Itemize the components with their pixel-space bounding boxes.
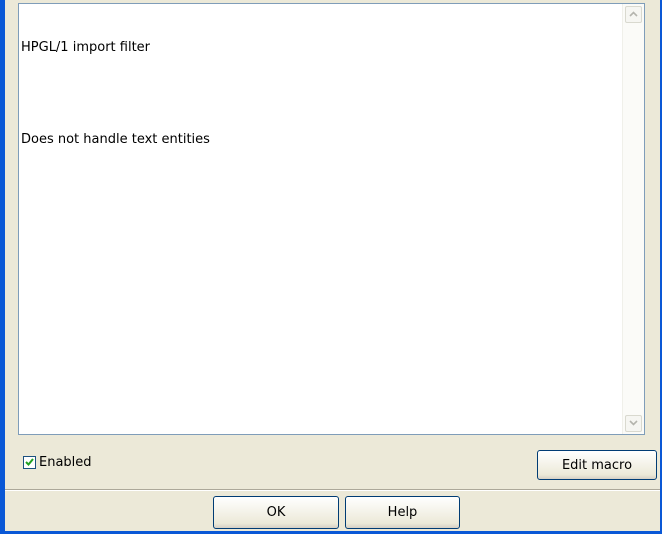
chevron-down-icon <box>629 420 638 426</box>
checkmark-icon <box>25 458 34 466</box>
footer-divider-highlight <box>5 490 660 491</box>
scroll-down-button[interactable] <box>625 415 642 432</box>
scroll-up-button[interactable] <box>625 6 642 23</box>
vertical-scrollbar[interactable] <box>622 4 644 434</box>
edit-macro-button[interactable]: Edit macro <box>537 450 657 480</box>
macro-dialog: HPGL/1 import filter Does not handle tex… <box>0 0 662 534</box>
description-line: Does not handle text entities <box>21 132 210 147</box>
description-text: HPGL/1 import filter Does not handle tex… <box>21 8 618 434</box>
enabled-checkbox[interactable] <box>23 455 36 469</box>
macro-panel: HPGL/1 import filter Does not handle tex… <box>5 0 660 489</box>
chevron-up-icon <box>629 11 638 17</box>
enabled-label: Enabled <box>39 454 92 470</box>
description-textarea[interactable]: HPGL/1 import filter Does not handle tex… <box>18 3 645 435</box>
enabled-checkbox-row[interactable]: Enabled <box>23 452 92 472</box>
description-line: HPGL/1 import filter <box>21 40 151 55</box>
help-button[interactable]: Help <box>345 496 460 529</box>
ok-button[interactable]: OK <box>213 496 339 529</box>
